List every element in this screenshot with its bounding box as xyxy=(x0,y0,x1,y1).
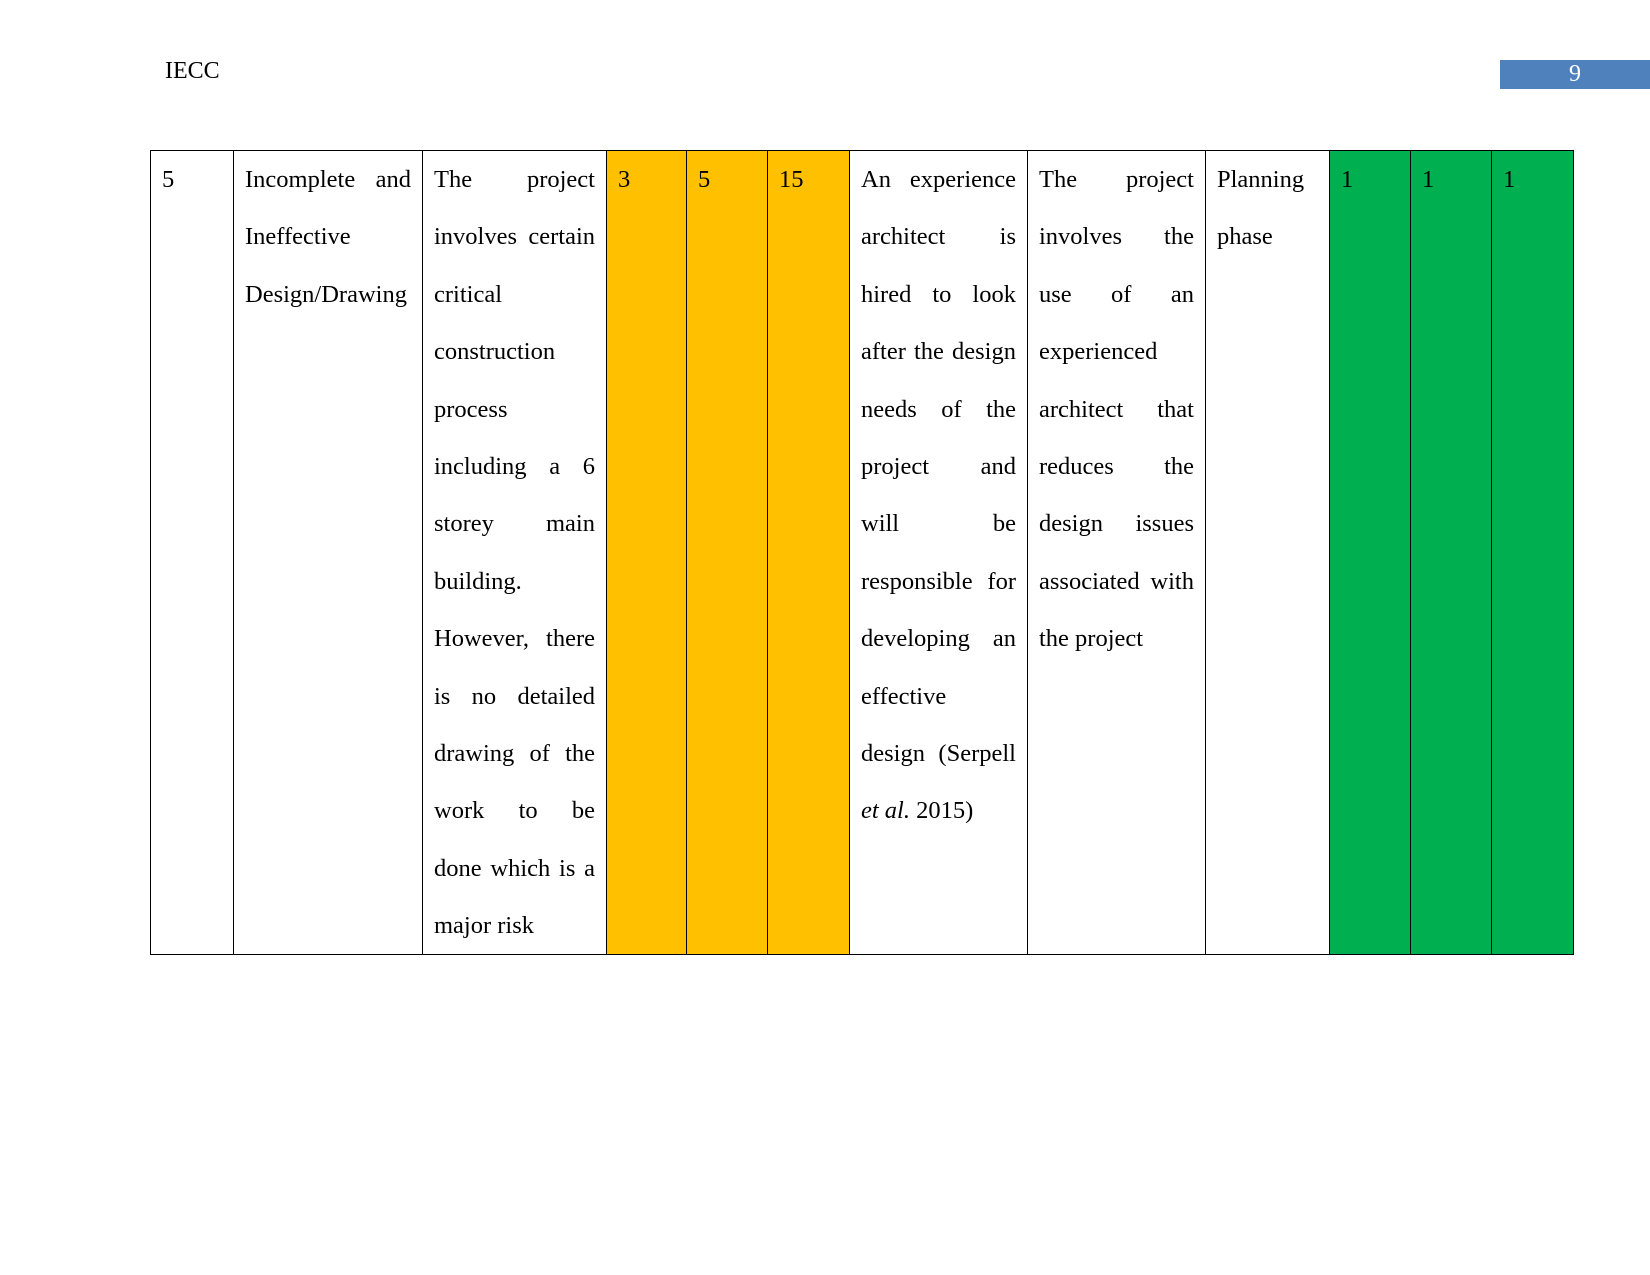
text-line: architect that xyxy=(1039,395,1194,423)
text-line: phase xyxy=(1217,223,1273,251)
text-line: major risk xyxy=(434,912,535,940)
text-line: will be xyxy=(861,510,1016,538)
text-line: hired to look xyxy=(861,280,1016,308)
text-line: developing an xyxy=(861,625,1016,653)
cell-impact: 5 xyxy=(686,149,768,956)
text-line: reduces the xyxy=(1039,452,1194,480)
text-line: experienced xyxy=(1039,338,1158,366)
text-line: Planning xyxy=(1217,166,1305,193)
running-header: IECC xyxy=(165,58,220,84)
mitigation-text: An experience architect is hired to look af… xyxy=(861,151,1016,782)
cell-risk: Incomplete and Ineffective Design/Drawing xyxy=(233,149,423,956)
residual-score-value: 1 xyxy=(1503,166,1516,193)
text-line: process xyxy=(434,395,508,423)
text-line: needs of the xyxy=(861,395,1016,423)
text-line: The project xyxy=(434,166,595,193)
text-line: responsible for xyxy=(861,567,1016,595)
text-line: involves certain xyxy=(434,223,595,251)
cell-score: 15 xyxy=(767,149,850,956)
text-line: architect is xyxy=(861,223,1016,251)
document-page: IECC 9 5 Incomplete and Ineffective Design… xyxy=(0,0,1650,1275)
text-line: including a 6 xyxy=(434,452,595,480)
cell-residual-likelihood: 1 xyxy=(1329,149,1411,956)
residual-likelihood-value: 1 xyxy=(1341,166,1354,193)
text-line: storey main xyxy=(434,510,595,538)
text-line: work to be xyxy=(434,797,595,825)
text-line: done which is a xyxy=(434,854,595,882)
text-line: effective xyxy=(861,682,947,710)
text-line: building. xyxy=(434,567,522,595)
text-line: the project xyxy=(1039,625,1144,653)
page-number: 9 xyxy=(1500,60,1650,89)
cell-mitigation: An experience architect is hired to look af… xyxy=(849,149,1028,956)
text-line: use of an xyxy=(1039,280,1194,308)
text-line: associated with xyxy=(1039,567,1194,595)
text-line: involves the xyxy=(1039,223,1194,251)
text-line: construction xyxy=(434,338,556,366)
text-line: Design/Drawing xyxy=(245,280,407,308)
mitigation-citation: et al. 2015) xyxy=(861,782,1016,839)
text-line: The project xyxy=(1039,166,1194,193)
cell-justification: The project involves the use of an experien… xyxy=(1027,149,1206,956)
text-line: is no detailed xyxy=(434,682,595,710)
text-line: after the design xyxy=(861,338,1016,366)
cell-likelihood: 3 xyxy=(606,149,687,956)
table-row: 5 Incomplete and Ineffective Design/Drawin… xyxy=(150,149,1574,956)
score-value: 15 xyxy=(779,166,804,193)
text-line: Ineffective xyxy=(245,223,351,251)
cell-phase: Planning phase xyxy=(1205,149,1330,956)
text-line: critical xyxy=(434,280,503,308)
risk-number: 5 xyxy=(162,166,175,193)
likelihood-value: 3 xyxy=(618,166,631,193)
citation-italic: et al. xyxy=(861,797,910,825)
text-line: Incomplete and xyxy=(245,166,411,193)
citation-year: 2015) xyxy=(910,797,974,825)
impact-value: 5 xyxy=(698,166,711,193)
cell-residual-impact: 1 xyxy=(1410,149,1492,956)
text-line: drawing of the xyxy=(434,739,595,767)
cell-no: 5 xyxy=(150,149,234,956)
text-line: design (Serpell xyxy=(861,739,1016,767)
residual-impact-value: 1 xyxy=(1422,166,1435,193)
text-line: design issues xyxy=(1039,510,1194,538)
text-line: However, there xyxy=(434,625,595,653)
text-line: project and xyxy=(861,452,1016,480)
cell-residual-score: 1 xyxy=(1491,149,1574,956)
risk-table: 5 Incomplete and Ineffective Design/Drawin… xyxy=(150,149,1574,956)
text-line: An experience xyxy=(861,166,1016,193)
cell-description: The project involves certain critical const… xyxy=(422,149,607,956)
